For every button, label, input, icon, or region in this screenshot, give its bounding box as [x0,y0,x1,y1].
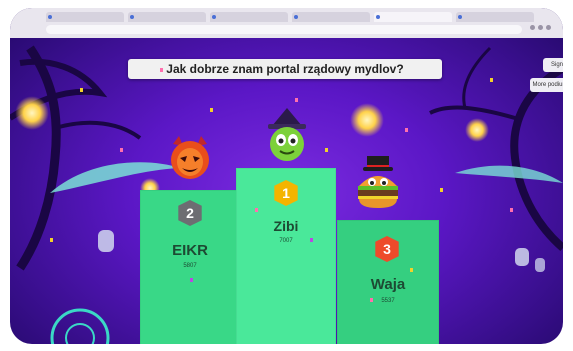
quiz-title: Jak dobrze znam portal rządowy mydlov? [128,59,442,79]
player-name: Zibi [273,218,299,234]
confetti [160,68,163,72]
sign-button[interactable]: Sign [543,58,563,72]
burger-avatar-icon [358,156,398,208]
confetti [210,108,213,112]
player-score: 5807 [183,263,197,269]
rank-badge-2: 2 [178,200,202,226]
monitor-screen: Jak dobrze znam portal rządowy mydlov? S… [10,8,563,344]
confetti [190,278,193,282]
rank-badge-1: 1 [274,180,298,206]
glow-light [15,96,49,130]
photo-frame: Jak dobrze znam portal rządowy mydlov? S… [0,0,573,351]
podium-first-place: 1 Zibi 7007 [236,168,336,344]
confetti [255,208,258,212]
player-score: 7007 [279,238,293,244]
player-score: 5537 [381,298,395,304]
glow-light [465,118,489,142]
witch-avatar-icon [268,108,306,161]
confetti [440,188,443,192]
confetti [50,238,53,242]
rank-badge-3: 3 [375,236,399,262]
confetti [325,148,328,152]
confetti [510,208,513,212]
player-name: EIKR [172,242,208,259]
confetti [120,148,123,152]
player-name: Waja [370,276,406,293]
more-podium-button[interactable]: More podium [530,78,563,92]
confetti [405,128,408,132]
confetti [410,268,413,272]
confetti [80,88,83,92]
confetti [370,298,373,302]
confetti [490,78,493,82]
confetti [295,98,298,102]
podium-second-place: 2 EIKR 5807 [140,190,240,344]
glow-light [350,103,384,137]
devil-avatar-icon [171,136,209,179]
confetti [310,238,313,242]
podium-third-place: 3 Waja 5537 [337,220,439,344]
